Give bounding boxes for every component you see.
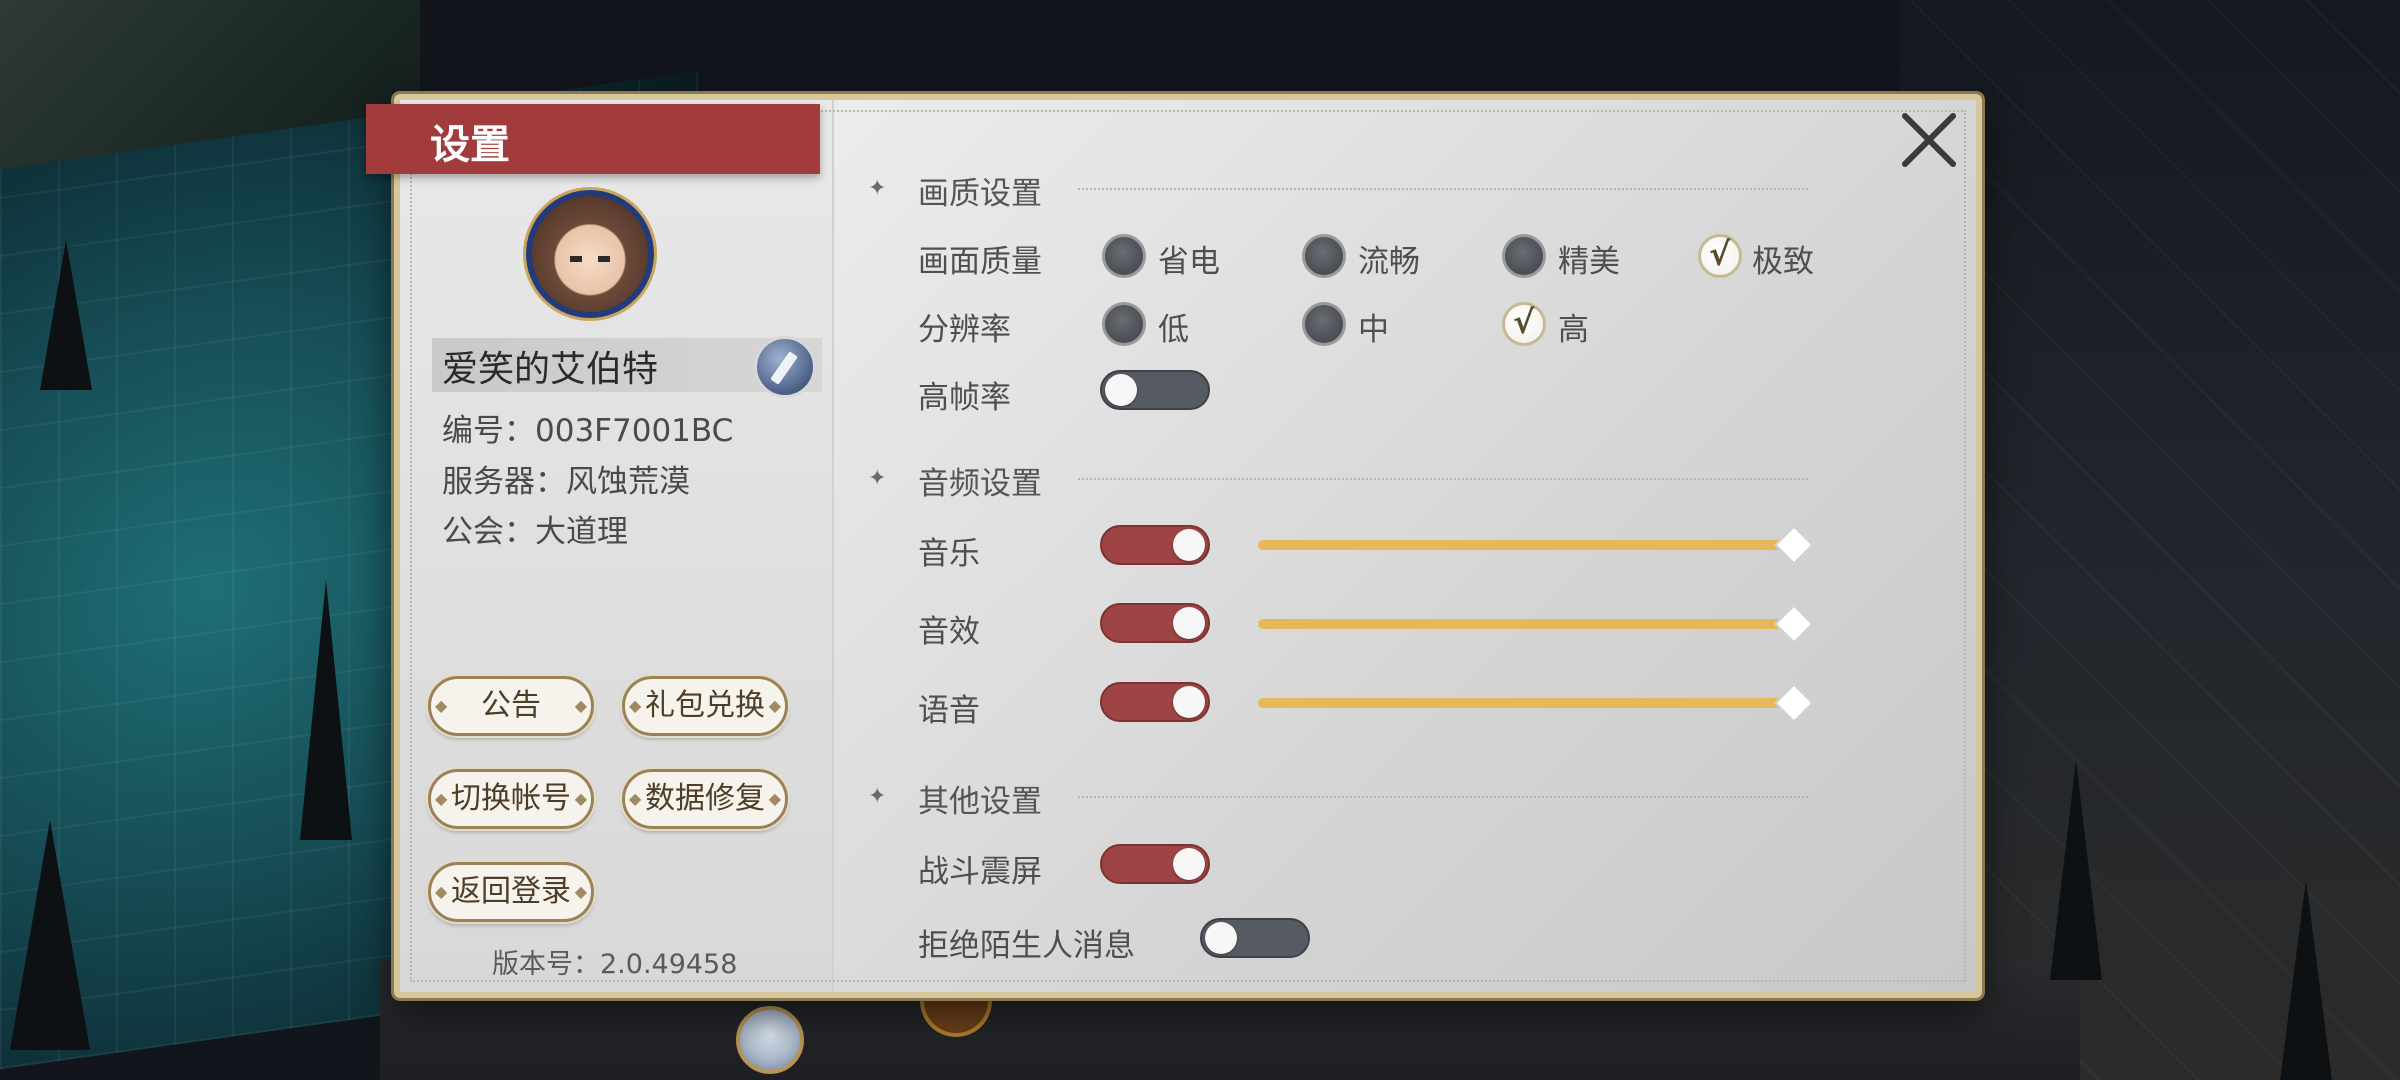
resolution-option-label: 中 <box>1358 312 1389 348</box>
sfx-toggle[interactable] <box>1100 603 1210 643</box>
other-section-title: 其他设置 <box>918 784 1042 820</box>
data-repair-button[interactable]: 数据修复 <box>622 769 788 829</box>
audio-section-title: 音频设置 <box>918 466 1042 502</box>
section-divider <box>1078 188 1808 190</box>
battle-shake-label: 战斗震屏 <box>918 854 1042 890</box>
quality-option-label: 省电 <box>1158 244 1220 280</box>
avatar-face <box>570 256 610 262</box>
sfx-volume-slider[interactable] <box>1258 619 1796 629</box>
star-icon: ✦ <box>868 466 887 491</box>
quality-radio-smooth[interactable] <box>1302 234 1346 278</box>
tree-icon <box>300 580 352 840</box>
notice-button[interactable]: 公告 <box>428 676 594 736</box>
player-avatar <box>526 190 654 318</box>
toggle-knob <box>1105 374 1137 406</box>
voice-volume-slider[interactable] <box>1258 698 1796 708</box>
resolution-option-label: 低 <box>1158 312 1189 348</box>
gift-redeem-button[interactable]: 礼包兑换 <box>622 676 788 736</box>
music-label: 音乐 <box>918 536 980 572</box>
reject-stranger-toggle[interactable] <box>1200 918 1310 958</box>
toggle-knob <box>1173 686 1205 718</box>
resolution-label: 分辨率 <box>918 312 1011 348</box>
voice-toggle[interactable] <box>1100 682 1210 722</box>
star-icon: ✦ <box>868 784 887 809</box>
tree-icon <box>2050 760 2102 980</box>
tree-icon <box>10 820 90 1050</box>
section-divider <box>1078 478 1808 480</box>
edit-name-icon[interactable] <box>754 336 816 398</box>
tree-icon <box>40 240 92 390</box>
toggle-knob <box>1173 607 1205 639</box>
music-toggle[interactable] <box>1100 525 1210 565</box>
music-volume-slider[interactable] <box>1258 540 1796 550</box>
settings-title-bar: 设置 <box>366 104 820 174</box>
sfx-label: 音效 <box>918 614 980 650</box>
battle-shake-toggle[interactable] <box>1100 844 1210 884</box>
star-icon: ✦ <box>868 176 887 201</box>
toggle-knob <box>1173 529 1205 561</box>
party-member-avatar <box>736 1006 804 1074</box>
voice-label: 语音 <box>918 693 980 729</box>
quality-option-label: 精美 <box>1558 244 1620 280</box>
player-server: 服务器：风蚀荒漠 <box>442 464 690 500</box>
resolution-radio-medium[interactable] <box>1302 302 1346 346</box>
resolution-option-label: 高 <box>1558 312 1589 348</box>
quality-option-label: 极致 <box>1752 244 1814 280</box>
quality-radio-fine[interactable] <box>1502 234 1546 278</box>
player-guild: 公会：大道理 <box>442 514 628 550</box>
toggle-knob <box>1205 922 1237 954</box>
reject-stranger-label: 拒绝陌生人消息 <box>918 928 1135 964</box>
high-fps-toggle[interactable] <box>1100 370 1210 410</box>
player-id: 编号：003F7001BC <box>442 413 734 449</box>
quality-radio-power-save[interactable] <box>1102 234 1146 278</box>
back-to-login-button[interactable]: 返回登录 <box>428 862 594 922</box>
high-fps-label: 高帧率 <box>918 380 1011 416</box>
resolution-radio-low[interactable] <box>1102 302 1146 346</box>
settings-title: 设置 <box>430 122 510 168</box>
tree-icon <box>2280 880 2332 1080</box>
quality-label: 画面质量 <box>918 244 1042 280</box>
graphics-section-title: 画质设置 <box>918 176 1042 212</box>
quality-option-label: 流畅 <box>1358 244 1420 280</box>
toggle-knob <box>1173 848 1205 880</box>
section-divider <box>1078 796 1808 798</box>
version-label: 版本号：2.0.49458 <box>492 949 738 980</box>
close-button[interactable] <box>1896 108 1960 172</box>
resolution-radio-high[interactable] <box>1502 302 1546 346</box>
player-name: 爱笑的艾伯特 <box>442 349 659 390</box>
quality-radio-ultra[interactable] <box>1698 234 1742 278</box>
switch-account-button[interactable]: 切换帐号 <box>428 769 594 829</box>
